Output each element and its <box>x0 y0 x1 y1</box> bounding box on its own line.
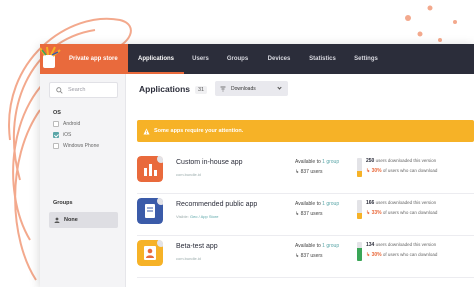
downloads-line: 166 users downloaded this version <box>366 200 436 206</box>
downloads-count: 250 <box>366 158 375 164</box>
available-users: ↳ 837 users <box>295 211 323 217</box>
percent-value: 30% <box>371 168 382 174</box>
downloads-count: 166 <box>366 200 375 206</box>
app-name[interactable]: Beta-test app <box>176 243 218 250</box>
app-count-badge: 31 <box>195 86 208 94</box>
search-input[interactable]: Search <box>49 82 118 98</box>
windows-phone-label: Windows Phone <box>63 143 100 149</box>
document-app-icon <box>137 198 163 224</box>
tab-settings[interactable]: Settings <box>345 44 387 74</box>
download-gauge <box>357 200 362 219</box>
downloads-text: users downloaded this version <box>375 242 437 247</box>
users-count: 837 users <box>300 211 323 217</box>
attention-alert[interactable]: Some apps require your attention. <box>137 120 474 142</box>
filter-icon <box>220 86 226 91</box>
sidebar: Search OS Android iOS Windows Phone Grou… <box>40 74 126 287</box>
gauge-fill <box>357 247 362 261</box>
brand-label: Private app store <box>69 56 118 62</box>
available-group-link[interactable]: 1 group <box>322 159 339 165</box>
percent-text: of users who can download <box>382 210 438 215</box>
tab-devices[interactable]: Devices <box>258 44 300 74</box>
search-icon <box>56 86 63 94</box>
alert-text: Some apps require your attention. <box>154 128 244 134</box>
ios-label: iOS <box>63 132 72 138</box>
tab-groups[interactable]: Groups <box>217 44 258 74</box>
app-visibility: Visible: Geo / App Store <box>176 214 218 219</box>
chevron-down-icon <box>277 85 282 90</box>
main-nav: Applications Users Groups Devices Statis… <box>128 44 387 74</box>
app-name[interactable]: Custom in-house app <box>176 159 243 166</box>
downloads-text: users downloaded this version <box>375 200 437 205</box>
ios-checkbox[interactable] <box>53 132 59 138</box>
app-store-logo-icon <box>40 46 61 68</box>
os-option-windows-phone[interactable]: Windows Phone <box>53 143 99 149</box>
windows-phone-checkbox[interactable] <box>53 143 59 149</box>
tab-statistics[interactable]: Statistics <box>300 44 345 74</box>
search-placeholder: Search <box>68 87 86 93</box>
available-group-link[interactable]: 1 group <box>322 243 339 249</box>
groups-heading: Groups <box>53 200 73 206</box>
available-users: ↳ 837 users <box>295 169 323 175</box>
percent-line: ↳ 33% of users who can download <box>366 210 438 216</box>
group-icon <box>54 217 60 223</box>
availability: Available to 1 group <box>295 243 339 249</box>
sort-filter-dropdown[interactable]: Downloads <box>215 81 288 96</box>
download-gauge <box>357 158 362 177</box>
availability: Available to 1 group <box>295 201 339 207</box>
app-row-custom-in-house[interactable]: Custom in-house app com.bundle.id Availa… <box>137 152 474 194</box>
top-navigation: Private app store Applications Users Gro… <box>40 44 474 74</box>
tab-applications[interactable]: Applications <box>128 44 184 74</box>
page-title: Applications <box>139 84 191 94</box>
percent-line: ↳ 30% of users who can download <box>366 168 438 174</box>
app-row-recommended-public[interactable]: Recommended public app Visible: Geo / Ap… <box>137 194 474 236</box>
bar-chart-app-icon <box>137 156 163 182</box>
android-checkbox[interactable] <box>53 121 59 127</box>
downloads-text: users downloaded this version <box>375 158 437 163</box>
downloads-line: 134 users downloaded this version <box>366 242 436 248</box>
groups-select[interactable]: None <box>49 212 118 228</box>
brand-tab[interactable]: Private app store <box>40 44 128 74</box>
downloads-count: 134 <box>366 242 375 248</box>
main-content: Applications 31 Downloads Some apps requ… <box>127 74 474 287</box>
gauge-fill <box>357 171 362 177</box>
availability: Available to 1 group <box>295 159 339 165</box>
app-window: Private app store Applications Users Gro… <box>40 44 474 287</box>
percent-line: ↳ 30% of users who can download <box>366 252 438 258</box>
available-users: ↳ 837 users <box>295 253 323 259</box>
available-group-link[interactable]: 1 group <box>322 201 339 207</box>
available-prefix: Available to <box>295 201 321 207</box>
percent-value: 33% <box>371 210 382 216</box>
user-card-app-icon <box>137 240 163 266</box>
percent-value: 30% <box>371 252 382 258</box>
tab-users[interactable]: Users <box>184 44 217 74</box>
users-count: 837 users <box>300 253 323 259</box>
app-row-beta-test[interactable]: Beta-test app com.bundle.id Available to… <box>137 236 474 278</box>
groups-value: None <box>64 217 78 223</box>
warning-icon <box>143 128 150 134</box>
android-label: Android <box>63 121 81 127</box>
app-name[interactable]: Recommended public app <box>176 201 257 208</box>
visible-label: Visible: <box>176 214 189 219</box>
os-option-ios[interactable]: iOS <box>53 132 71 138</box>
available-prefix: Available to <box>295 159 321 165</box>
percent-text: of users who can download <box>382 252 438 257</box>
downloads-line: 250 users downloaded this version <box>366 158 436 164</box>
available-prefix: Available to <box>295 243 321 249</box>
percent-text: of users who can download <box>382 168 438 173</box>
download-gauge <box>357 242 362 261</box>
app-bundle-id: com.bundle.id <box>176 256 201 261</box>
app-bundle-id: com.bundle.id <box>176 172 201 177</box>
users-count: 837 users <box>300 169 323 175</box>
visible-store-link[interactable]: Geo / App Store <box>190 214 218 219</box>
filter-value: Downloads <box>231 85 256 92</box>
os-option-android[interactable]: Android <box>53 121 80 127</box>
gauge-fill <box>357 212 362 219</box>
os-heading: OS <box>53 110 61 116</box>
